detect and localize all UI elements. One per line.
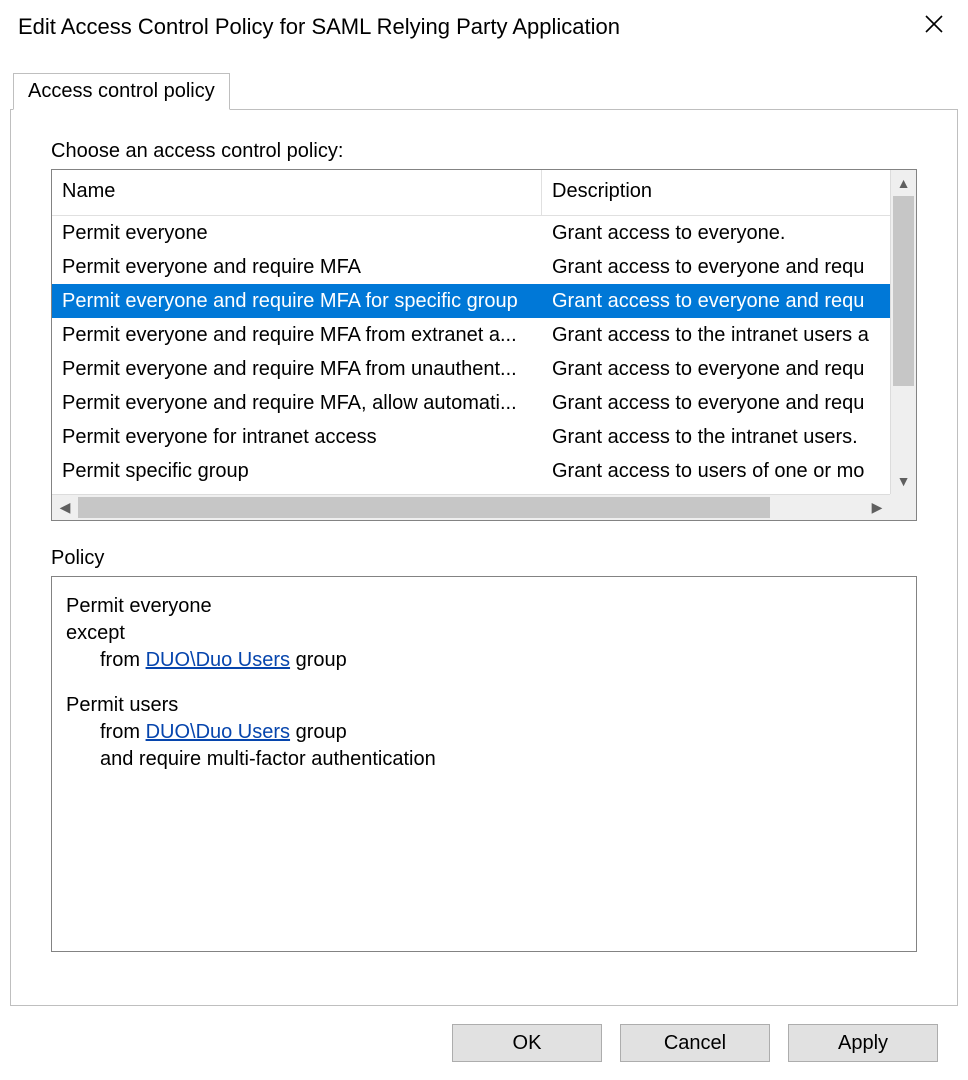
- policy-group-link[interactable]: DUO\Duo Users: [146, 721, 290, 743]
- policy-text: from: [100, 721, 146, 743]
- policy-list-body: Permit everyone Grant access to everyone…: [52, 216, 916, 520]
- policy-line: except: [66, 620, 902, 647]
- list-cell-description: Grant access to users of one or mo: [542, 460, 916, 483]
- policy-list[interactable]: Name Description Permit everyone Grant a…: [51, 169, 917, 521]
- policy-text: group: [290, 721, 347, 743]
- list-cell-description: Grant access to everyone and requ: [542, 256, 916, 279]
- policy-line: from DUO\Duo Users group: [66, 719, 902, 746]
- policy-group-link[interactable]: DUO\Duo Users: [146, 649, 290, 671]
- horizontal-scroll-thumb[interactable]: [78, 497, 770, 518]
- policy-section-label: Policy: [51, 547, 917, 570]
- vertical-scroll-track[interactable]: [891, 196, 916, 468]
- list-row[interactable]: Permit everyone and require MFA for spec…: [52, 284, 916, 318]
- close-icon: [925, 15, 943, 33]
- policy-line: Permit users: [66, 692, 902, 719]
- list-row[interactable]: Permit specific group Grant access to us…: [52, 454, 916, 488]
- policy-line: and require multi-factor authentication: [66, 746, 902, 773]
- list-cell-name: Permit everyone and require MFA, allow a…: [52, 392, 542, 415]
- list-cell-description: Grant access to the intranet users.: [542, 426, 916, 449]
- list-row[interactable]: Permit everyone and require MFA Grant ac…: [52, 250, 916, 284]
- vertical-scrollbar[interactable]: ▲ ▼: [890, 170, 916, 494]
- scroll-up-arrow-icon[interactable]: ▲: [891, 170, 916, 196]
- list-row[interactable]: Permit everyone and require MFA, allow a…: [52, 386, 916, 420]
- list-row[interactable]: Permit everyone and require MFA from una…: [52, 352, 916, 386]
- list-cell-name: Permit everyone and require MFA for spec…: [52, 290, 542, 313]
- list-cell-description: Grant access to everyone.: [542, 222, 916, 245]
- close-button[interactable]: [920, 10, 948, 38]
- choose-policy-label: Choose an access control policy:: [51, 140, 917, 163]
- policy-text: group: [290, 649, 347, 671]
- vertical-scroll-thumb[interactable]: [893, 196, 914, 386]
- scroll-corner: [890, 494, 916, 520]
- policy-text: from: [100, 649, 146, 671]
- list-row[interactable]: Permit everyone and require MFA from ext…: [52, 318, 916, 352]
- policy-line: Permit everyone: [66, 593, 902, 620]
- scroll-left-arrow-icon[interactable]: ◀: [52, 495, 78, 520]
- column-header-description[interactable]: Description: [542, 170, 916, 215]
- list-cell-description: Grant access to the intranet users a: [542, 324, 916, 347]
- list-cell-name: Permit specific group: [52, 460, 542, 483]
- list-cell-name: Permit everyone and require MFA from una…: [52, 358, 542, 381]
- list-cell-description: Grant access to everyone and requ: [542, 290, 916, 313]
- column-header-name[interactable]: Name: [52, 170, 542, 215]
- policy-line: from DUO\Duo Users group: [66, 647, 902, 674]
- policy-detail-box: Permit everyone except from DUO\Duo User…: [51, 576, 917, 952]
- list-cell-description: Grant access to everyone and requ: [542, 392, 916, 415]
- scroll-right-arrow-icon[interactable]: ▶: [864, 495, 890, 520]
- dialog-title: Edit Access Control Policy for SAML Rely…: [18, 14, 620, 40]
- list-cell-name: Permit everyone: [52, 222, 542, 245]
- list-row[interactable]: Permit everyone Grant access to everyone…: [52, 216, 916, 250]
- list-cell-name: Permit everyone for intranet access: [52, 426, 542, 449]
- list-cell-description: Grant access to everyone and requ: [542, 358, 916, 381]
- list-cell-name: Permit everyone and require MFA: [52, 256, 542, 279]
- cancel-button[interactable]: Cancel: [620, 1024, 770, 1062]
- tab-panel: Choose an access control policy: Name De…: [10, 110, 958, 1006]
- list-cell-name: Permit everyone and require MFA from ext…: [52, 324, 542, 347]
- horizontal-scrollbar[interactable]: ◀ ▶: [52, 494, 890, 520]
- scroll-down-arrow-icon[interactable]: ▼: [891, 468, 916, 494]
- ok-button[interactable]: OK: [452, 1024, 602, 1062]
- list-row[interactable]: Permit everyone for intranet access Gran…: [52, 420, 916, 454]
- apply-button[interactable]: Apply: [788, 1024, 938, 1062]
- horizontal-scroll-track[interactable]: [78, 495, 864, 520]
- tab-access-control-policy[interactable]: Access control policy: [13, 73, 230, 110]
